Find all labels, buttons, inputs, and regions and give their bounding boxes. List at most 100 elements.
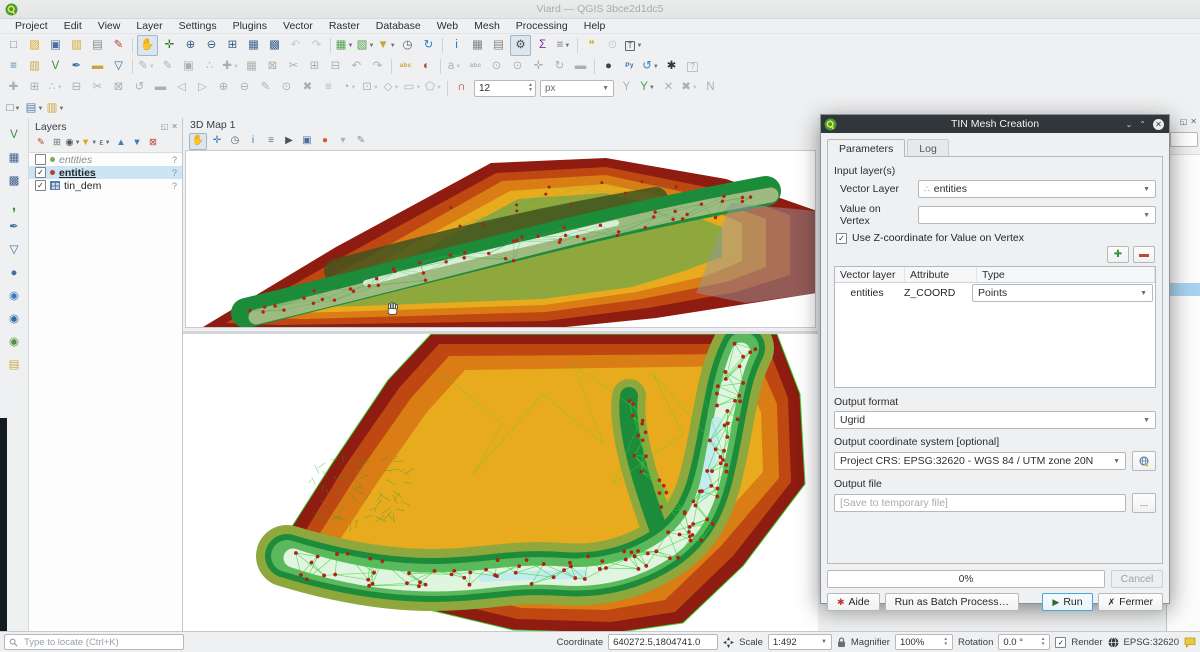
help-button[interactable]: ✱ Aide [827,593,880,611]
new-spatialite-layer[interactable]: ✒ [67,57,86,76]
zoom-full-3d[interactable]: ✛ [209,134,225,149]
layer-labeling[interactable]: abc [396,57,415,76]
z-coordinate-checkbox[interactable]: ✓ [836,233,847,244]
panel-float-icon[interactable]: ◱ [1180,117,1188,126]
measure-dropdown[interactable]: ▼ [564,43,570,49]
field-calculator[interactable]: ▤ [489,36,508,55]
column-header-type[interactable]: Type [977,267,1155,282]
save-project-as[interactable]: ▥ [67,36,86,55]
type-combobox[interactable]: Points▼ [972,284,1153,302]
selected-algorithm-row[interactable] [1167,283,1200,296]
new-shapefile-layer[interactable]: V [46,57,65,76]
snap-on-intersection-dropdown[interactable]: ▼ [692,85,698,91]
run-button[interactable]: ▶ Run [1042,593,1092,611]
style-manager[interactable]: ✎ [109,36,128,55]
save-project[interactable]: ▣ [46,36,65,55]
magnifier-spinbox[interactable]: 100%▲▼ [895,634,953,650]
select-features[interactable]: □▼ [4,99,23,118]
spatial-bookmarks[interactable]: ▼▼ [377,36,396,55]
enable-tracing[interactable]: Y▼ [638,79,657,98]
menu-database[interactable]: Database [369,20,428,32]
zoom-to-layer[interactable]: ▩ [265,36,284,55]
advanced-digitizing-tool-dropdown[interactable]: ▼ [415,85,421,91]
zoom-in[interactable]: ⊕ [181,36,200,55]
layer-visibility-checkbox[interactable]: ✓ [35,167,46,178]
menu-raster[interactable]: Raster [322,20,367,32]
close-button[interactable]: ✗ Fermer [1098,593,1163,611]
layer-visibility-checkbox[interactable]: ✓ [35,180,46,191]
menu-processing[interactable]: Processing [509,20,575,32]
menu-edit[interactable]: Edit [57,20,89,32]
layer-indicator-badge[interactable]: ? [172,181,177,191]
menu-plugins[interactable]: Plugins [226,20,274,32]
enable-snapping[interactable]: ∩ [452,79,471,98]
label-toolbar-dropdown[interactable]: ▼ [455,64,461,70]
pan-to-selection[interactable]: ✛ [160,36,179,55]
advanced-digitizing-tool-dropdown[interactable]: ▼ [436,85,442,91]
python-console[interactable]: Py [620,57,639,76]
open-layer-styling[interactable]: ✎ [33,135,49,151]
output-format-combobox[interactable]: Ugrid ▼ [834,411,1156,429]
snapping-unit-combobox[interactable]: px▼ [540,80,614,97]
map-tips[interactable]: ❝ [582,36,601,55]
advanced-digitizing-tool-dropdown[interactable]: ▼ [351,85,357,91]
open-project[interactable]: ▨ [25,36,44,55]
zoom-to-selection[interactable]: ▦ [244,36,263,55]
temporal-controller[interactable]: ◷ [398,36,417,55]
spin-arrows-icon[interactable]: ▲▼ [941,637,948,647]
identify-features[interactable]: i [447,36,466,55]
metasearch[interactable]: ● [599,57,618,76]
menu-project[interactable]: Project [8,20,55,32]
processing-history-dropdown[interactable]: ▼ [653,64,659,70]
layer-visibility-checkbox[interactable]: ✓ [35,154,46,165]
filter-by-expression-dropdown[interactable]: ▼ [105,140,111,146]
add-layer-group[interactable]: ▥ [25,57,44,76]
add-vector-layer[interactable]: V [4,126,24,146]
current-edits-dropdown[interactable]: ▼ [149,64,155,70]
select-by-expression[interactable]: ▥▼ [46,99,65,118]
plugin-manager[interactable]: ✱ [662,57,681,76]
new-3d-map-view[interactable]: ▧▼ [356,36,375,55]
advanced-digitizing-tool-dropdown[interactable]: ▼ [393,85,399,91]
add-wfs-layer[interactable]: ◉ [4,333,24,353]
vertex-tool-dropdown[interactable]: ▼ [233,64,239,70]
panel-close-icon[interactable]: ✕ [1190,117,1197,126]
deselect-features[interactable]: ▤▼ [25,99,44,118]
add-wcs-layer[interactable]: ◉ [4,310,24,330]
coordinate-field[interactable]: 640272.5,1804741.0 [608,634,718,650]
deselect-features-dropdown[interactable]: ▼ [37,106,43,112]
layer-indicator-badge[interactable]: ? [172,155,177,165]
layer-indicator-badge[interactable]: ? [172,168,177,178]
add-wms-layer[interactable]: ◉ [4,287,24,307]
select-by-expression-dropdown[interactable]: ▼ [58,106,64,112]
processing-history[interactable]: ↺▼ [641,57,660,76]
output-file-input[interactable] [834,494,1126,512]
new-geopackage-layer[interactable]: ▬ [88,57,107,76]
layer-diagram[interactable]: ◐ [417,57,436,76]
tab-parameters[interactable]: Parameters [827,139,905,157]
menu-web[interactable]: Web [430,20,465,32]
data-source-manager[interactable]: ≡ [4,57,23,76]
value-on-vertex-combobox[interactable]: ▼ [918,206,1156,224]
save-image-3d[interactable]: ▣ [299,134,315,149]
menu-help[interactable]: Help [577,20,613,32]
add-raster-layer[interactable]: ▦ [4,149,24,169]
add-postgis-layer[interactable]: ● [4,264,24,284]
measure-3d[interactable]: ≡ [263,134,279,149]
statistics-panel[interactable]: Σ [533,36,552,55]
map3d-viewport[interactable] [185,150,816,328]
animations-3d[interactable]: ◷ [227,134,243,149]
render-checkbox[interactable]: ✓ [1055,637,1066,648]
processing-toolbox[interactable]: ⚙ [510,35,531,56]
pan-map[interactable]: ✋ [137,35,158,56]
chevron-down-icon[interactable]: ⌄ [1126,120,1133,129]
menu-view[interactable]: View [91,20,128,32]
processing-algorithm-list[interactable] [1167,154,1200,632]
options-3d[interactable]: ● [317,134,333,149]
add-virtual-layer[interactable]: ▽ [4,241,24,261]
crs-globe-icon[interactable] [1108,637,1119,648]
processing-search-field[interactable] [1170,132,1198,147]
print-layout[interactable]: ▤ [88,36,107,55]
enable-tracing-dropdown[interactable]: ▼ [649,85,655,91]
add-delimited-text-layer[interactable]: , [4,195,24,215]
